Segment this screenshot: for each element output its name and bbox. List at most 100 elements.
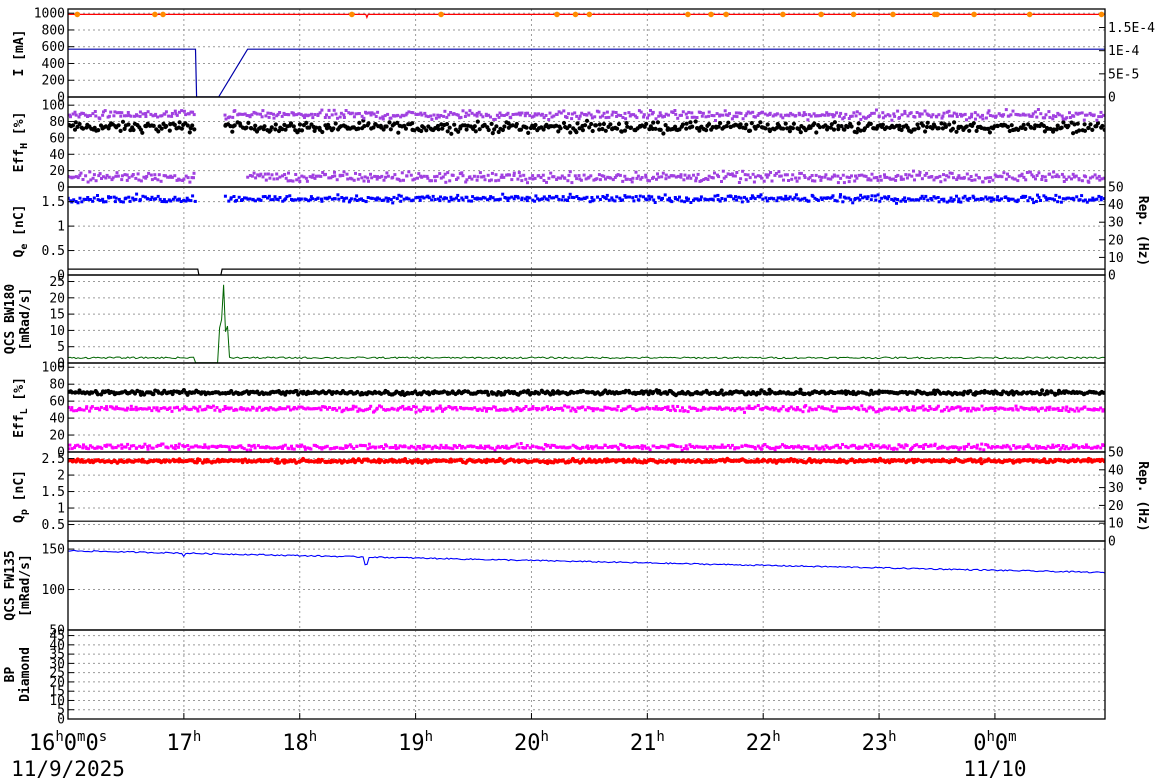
- data-point: [134, 197, 138, 201]
- data-point: [834, 409, 838, 413]
- data-point: [294, 198, 298, 202]
- data-point: [386, 112, 390, 116]
- data-point: [804, 404, 808, 408]
- data-point: [835, 111, 839, 115]
- data-point: [266, 172, 270, 176]
- data-point: [657, 175, 661, 179]
- data-point: [943, 178, 947, 182]
- data-point: [101, 113, 105, 117]
- right-axis-label: Rep. (Hz): [1135, 196, 1150, 266]
- data-point: [690, 111, 694, 115]
- data-point: [673, 409, 677, 413]
- data-point: [685, 116, 689, 120]
- data-point: [1043, 175, 1047, 179]
- data-point: [105, 408, 109, 412]
- data-point: [869, 198, 873, 202]
- data-point: [192, 127, 197, 132]
- data-point: [635, 116, 639, 120]
- data-point: [515, 442, 519, 446]
- data-point: [887, 444, 891, 448]
- data-point: [779, 174, 783, 178]
- data-point: [703, 407, 707, 411]
- data-point: [520, 196, 524, 200]
- data-point: [70, 406, 74, 410]
- data-point: [354, 171, 357, 175]
- data-point: [873, 194, 877, 198]
- data-point: [877, 114, 881, 118]
- data-point: [126, 406, 129, 410]
- data-point: [842, 127, 847, 132]
- y-axis-label: QCS FW135: [3, 550, 18, 620]
- data-point: [1075, 195, 1079, 199]
- data-point: [263, 172, 267, 176]
- data-point: [994, 114, 998, 118]
- data-point: [964, 124, 969, 129]
- data-point: [235, 198, 239, 202]
- data-point: [273, 446, 276, 450]
- right-tick-label: 20: [1108, 499, 1124, 514]
- data-point: [107, 114, 111, 118]
- data-point: [656, 172, 659, 176]
- data-point: [287, 447, 291, 451]
- data-point: [1073, 409, 1077, 413]
- data-point: [760, 447, 763, 451]
- data-point: [872, 111, 876, 115]
- data-point: [719, 388, 724, 393]
- data-point: [991, 178, 995, 182]
- data-point: [648, 179, 651, 183]
- data-point: [880, 196, 884, 200]
- data-point: [147, 171, 151, 175]
- y-tick-label: 100: [42, 99, 65, 114]
- data-point: [85, 405, 89, 409]
- data-point: [1004, 108, 1008, 112]
- data-point: [524, 125, 529, 130]
- data-point: [223, 113, 227, 117]
- data-point: [429, 114, 433, 118]
- data-point: [830, 405, 834, 409]
- data-point: [178, 178, 182, 182]
- data-point: [213, 408, 217, 412]
- data-point: [320, 199, 324, 203]
- data-point: [1025, 171, 1029, 174]
- data-point: [1023, 113, 1027, 117]
- data-point: [734, 111, 738, 115]
- data-point: [726, 120, 731, 125]
- y-tick-label: 200: [42, 74, 65, 89]
- data-point: [401, 404, 405, 408]
- data-point: [456, 176, 460, 180]
- data-point: [304, 120, 309, 125]
- data-point: [167, 128, 172, 133]
- data-point: [765, 122, 770, 127]
- data-point: [336, 116, 339, 120]
- data-point: [1016, 198, 1020, 202]
- data-point: [1071, 172, 1075, 176]
- data-point: [269, 458, 274, 463]
- data-point: [1000, 175, 1004, 179]
- data-point: [207, 445, 211, 449]
- data-point: [447, 125, 452, 130]
- data-point: [146, 110, 150, 114]
- x-tick-label: 16h0m0s: [29, 729, 107, 756]
- data-point: [868, 447, 872, 450]
- data-point: [604, 197, 608, 201]
- data-point: [86, 180, 90, 184]
- data-point: [261, 175, 265, 179]
- y-tick-label: 2.5: [42, 452, 65, 467]
- data-point: [335, 178, 339, 182]
- data-point: [447, 199, 451, 203]
- data-point: [519, 442, 523, 445]
- data-point: [850, 114, 854, 118]
- data-point: [817, 405, 821, 409]
- x-axis: 16h0m0s 17h 18h 19h 20h 21h 22h 23h 0h0m11/9/202…: [11, 713, 1027, 781]
- data-point: [568, 445, 572, 449]
- data-point: [912, 169, 915, 173]
- data-point: [526, 388, 531, 393]
- y-tick-label: 800: [42, 23, 65, 38]
- data-point: [901, 177, 905, 181]
- data-point: [648, 407, 651, 411]
- data-point: [438, 172, 442, 176]
- data-point: [333, 170, 336, 174]
- data-point: [1084, 175, 1088, 179]
- data-point: [120, 174, 124, 178]
- data-point: [827, 112, 831, 116]
